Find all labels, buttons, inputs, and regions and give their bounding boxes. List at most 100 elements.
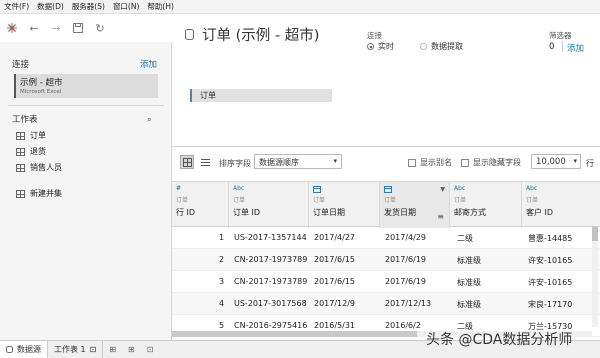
extract-radio[interactable]: [420, 43, 427, 50]
cell-customer-id: 许安-10165: [528, 278, 573, 287]
string-type-icon: Abc: [233, 185, 245, 192]
menu-help[interactable]: 帮助(H): [147, 1, 174, 12]
forward-arrow-icon[interactable]: →: [50, 22, 62, 35]
alias-checkbox[interactable]: [408, 158, 416, 167]
sort-select[interactable]: 数据源顺序 ▾: [254, 154, 342, 169]
new-story-icon[interactable]: ⊡: [141, 345, 160, 354]
extract-label: 数据提取: [431, 42, 463, 51]
connection-type: Microsoft Excel: [20, 89, 62, 95]
sort-icon[interactable]: ≡: [437, 212, 444, 221]
column-header[interactable]: Abc 订单 订单 ID: [229, 182, 309, 228]
new-union-item[interactable]: 新建并集: [16, 188, 62, 199]
sheets-title: 工作表: [12, 115, 38, 125]
calendar-icon: [313, 185, 375, 195]
show-alias-toggle[interactable]: 显示别名: [408, 157, 452, 168]
cell-ship-date: 2017/4/29: [385, 233, 427, 242]
tab-datasource[interactable]: 数据源: [0, 340, 48, 358]
page-title[interactable]: 订单 (示例 - 超市): [202, 24, 319, 45]
canvas-table-orders[interactable]: 订单: [190, 89, 332, 102]
menu-data[interactable]: 数据(D): [37, 1, 64, 12]
table-icon: [16, 147, 25, 156]
cell-customer-id: 曾惠-14485: [528, 234, 573, 243]
hidden-checkbox[interactable]: [461, 158, 469, 167]
row-count-input[interactable]: 10,000 ▾: [531, 154, 581, 169]
column-header[interactable]: Abc 订单 邮寄方式: [450, 182, 522, 228]
add-connection-link[interactable]: 添加: [140, 58, 157, 70]
connection-name: 示例 - 超市: [20, 78, 63, 88]
column-header[interactable]: 订单 订单日期: [309, 182, 380, 228]
cell-ship-mode: 二级: [457, 234, 473, 243]
sheet-item-orders[interactable]: 订单: [16, 130, 46, 141]
connection-label: 连接: [367, 31, 382, 40]
scroll-thumb[interactable]: [592, 227, 598, 241]
column-name: 订单日期: [313, 208, 345, 217]
new-sheet-icon[interactable]: ⊞: [103, 345, 122, 354]
column-name: 发货日期: [384, 208, 416, 217]
search-icon[interactable]: ⌕: [147, 115, 151, 125]
new-dashboard-icon[interactable]: ⊞: [122, 345, 141, 354]
cell-ship-mode: 标准级: [457, 300, 481, 309]
refresh-icon[interactable]: ↻: [94, 22, 106, 35]
live-radio[interactable]: [367, 43, 374, 50]
chevron-down-icon[interactable]: ▼: [440, 186, 445, 193]
table-row: 4 US-2017-3017568 2017/12/9 2017/12/13 标…: [172, 293, 600, 315]
add-filter-link[interactable]: 添加: [567, 42, 584, 54]
connections-title: 连接: [12, 60, 30, 70]
back-arrow-icon[interactable]: ←: [28, 22, 40, 35]
cell-order-date: 2017/6/15: [314, 255, 356, 264]
column-name: 邮寄方式: [454, 208, 486, 217]
sheet-icon: ⊡: [89, 345, 97, 354]
new-union-label: 新建并集: [30, 189, 62, 198]
menu-file[interactable]: 文件(F): [4, 1, 29, 12]
calendar-icon: [384, 185, 445, 195]
cell-order-date: 2016/5/31: [314, 321, 356, 330]
column-source: 订单: [313, 197, 326, 204]
divider: [172, 146, 600, 147]
sheet-label: 退货: [30, 147, 46, 156]
show-hidden-toggle[interactable]: 显示隐藏字段: [461, 157, 521, 168]
table-icon: [16, 131, 25, 140]
grid-view-button[interactable]: [180, 155, 194, 169]
table-icon: [16, 163, 25, 172]
logo-icon[interactable]: [6, 22, 18, 34]
sheet-item-salespeople[interactable]: 销售人员: [16, 162, 62, 173]
column-name: 行 ID: [176, 208, 196, 217]
menubar: 文件(F) 数据(D) 服务器(S) 窗口(N) 帮助(H): [0, 0, 600, 14]
scroll-thumb[interactable]: [172, 331, 417, 337]
column-header[interactable]: Abc 订单 客户 ID: [522, 182, 592, 228]
cell-row-id: 2: [219, 255, 225, 264]
union-icon: [16, 189, 25, 198]
number-type-icon: #: [176, 185, 182, 192]
cell-ship-date: 2017/6/19: [385, 277, 427, 286]
grid-toolbar: 排序字段 数据源顺序 ▾ 显示别名 显示隐藏字段 10,000 ▾ 行: [172, 152, 600, 174]
divider: [8, 105, 164, 106]
vertical-scrollbar[interactable]: [592, 227, 598, 327]
connection-item[interactable]: 示例 - 超市 Microsoft Excel: [14, 74, 158, 98]
connection-mode: 实时 数据提取: [367, 41, 463, 52]
row-count-value: 10,000: [536, 157, 566, 167]
cell-order-id: CN-2016-2975416: [234, 321, 308, 330]
cell-row-id: 1: [219, 233, 225, 242]
database-icon: [185, 29, 194, 40]
cell-order-id: CN-2017-1973789: [234, 277, 308, 286]
data-grid: # 订单 行 ID Abc 订单 订单 ID 订单 订单日期 ▼ 订单 发货日期…: [172, 181, 600, 337]
sheet-item-returns[interactable]: 退货: [16, 146, 46, 157]
column-header[interactable]: ▼ 订单 发货日期 ≡: [380, 182, 450, 228]
filters-label: 筛选器: [549, 31, 572, 40]
database-icon: [6, 346, 13, 353]
save-icon[interactable]: [72, 22, 84, 34]
column-source: 订单: [233, 197, 246, 204]
table-row: 1 US-2017-1357144 2017/4/27 2017/4/29 二级…: [172, 227, 600, 249]
column-name: 客户 ID: [526, 208, 554, 217]
list-view-button[interactable]: [198, 155, 212, 169]
show-alias-label: 显示别名: [420, 158, 452, 167]
column-header[interactable]: # 订单 行 ID: [172, 182, 229, 228]
cell-order-id: US-2017-3017568: [234, 299, 307, 308]
menu-window[interactable]: 窗口(N): [113, 1, 139, 12]
menu-server[interactable]: 服务器(S): [72, 1, 105, 12]
show-hidden-label: 显示隐藏字段: [473, 158, 521, 167]
grid-header: # 订单 行 ID Abc 订单 订单 ID 订单 订单日期 ▼ 订单 发货日期…: [172, 181, 600, 228]
tab-sheet1[interactable]: 工作表 1 ⊡: [48, 340, 104, 358]
toolbar: ← → ↻: [0, 14, 172, 42]
cell-order-date: 2017/12/9: [314, 299, 356, 308]
